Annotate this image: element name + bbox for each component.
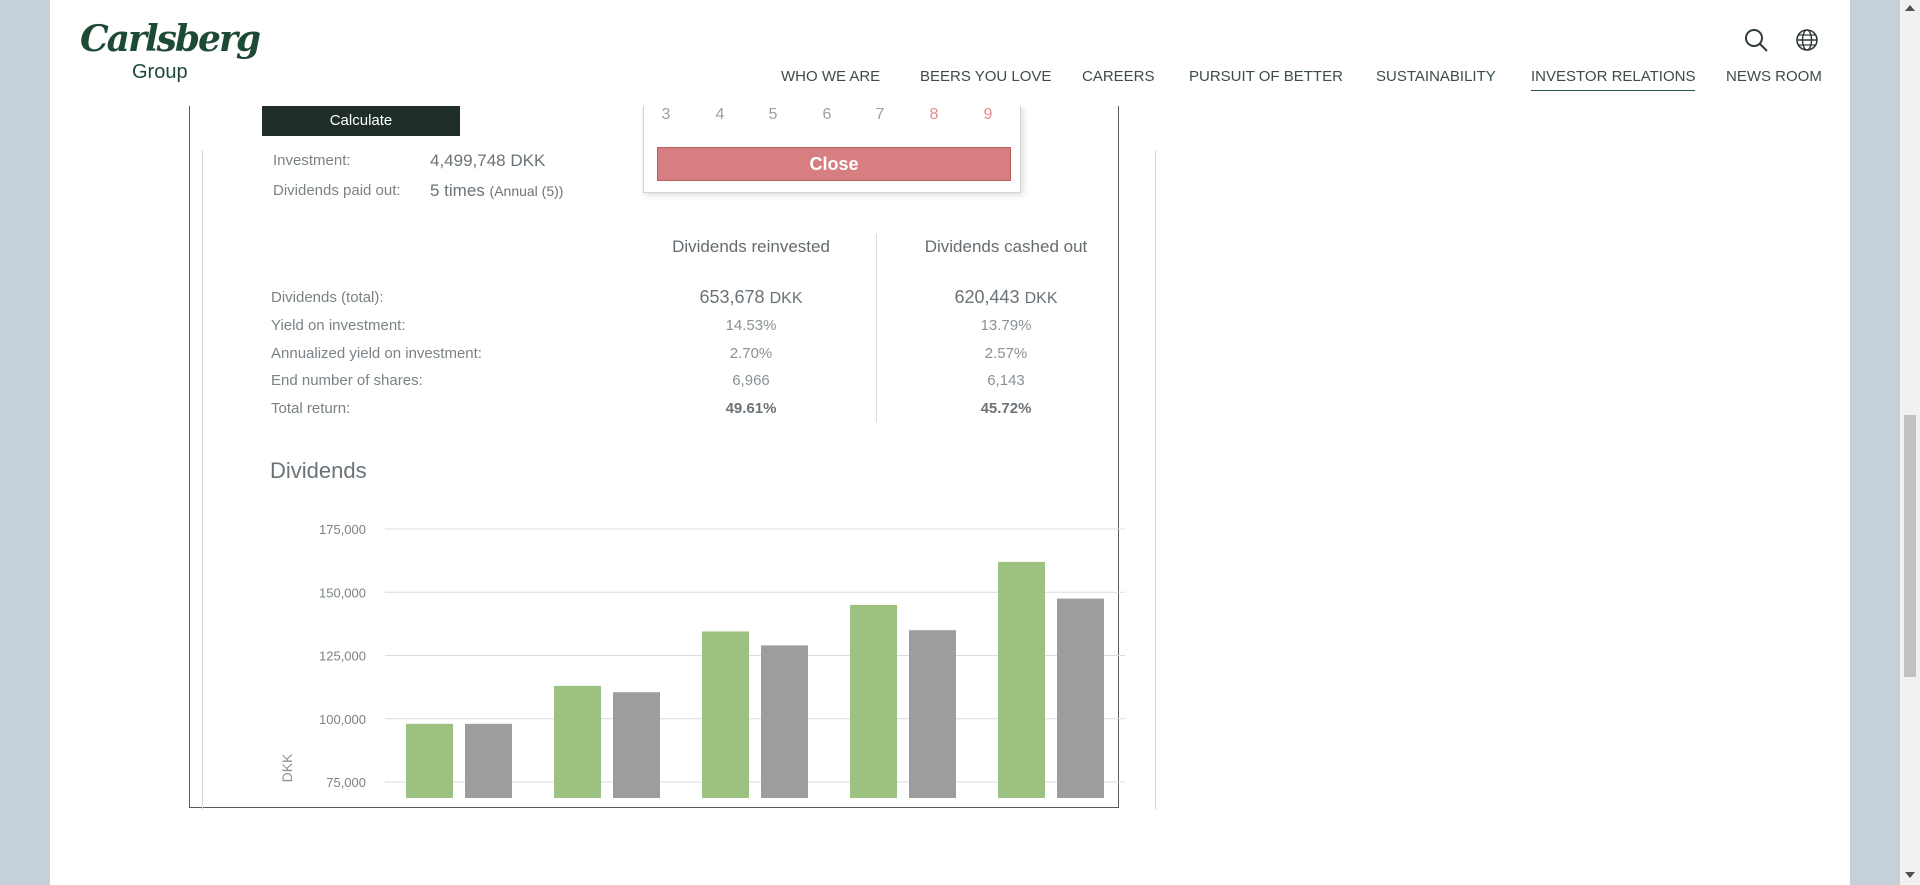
y-axis-label: DKK [279, 753, 295, 782]
dividends-paid-note: (Annual (5)) [489, 183, 564, 199]
nav-investor-relations[interactable]: INVESTOR RELATIONS [1531, 68, 1696, 91]
scroll-down-arrow-icon[interactable] [1905, 872, 1915, 878]
dividends-paid-label: Dividends paid out: [273, 182, 401, 199]
bar [1057, 598, 1104, 798]
row-label-yield: Yield on investment: [271, 317, 406, 334]
bar [850, 604, 897, 798]
site-header: Carlsberg Group WHO WE ARE BEERS YOU LOV… [50, 0, 1850, 106]
row-label-total-return: Total return: [271, 400, 351, 417]
total-return-cashed: 45.72% [980, 400, 1032, 417]
datepicker-popup: 3 4 5 6 7 8 9 Close [643, 106, 1021, 193]
day-9[interactable]: 9 [973, 106, 1003, 124]
day-5[interactable]: 5 [758, 106, 788, 124]
calculate-button[interactable]: Calculate [262, 106, 460, 136]
bar [998, 561, 1045, 798]
column-divider [876, 234, 877, 422]
page-scrollbar[interactable] [1900, 0, 1920, 885]
nav-sustainability[interactable]: SUSTAINABILITY [1376, 68, 1496, 90]
day-6[interactable]: 6 [812, 106, 842, 124]
investment-label: Investment: [273, 152, 351, 169]
nav-who-we-are[interactable]: WHO WE ARE [781, 68, 880, 90]
yield-reinvested: 14.53% [725, 317, 777, 334]
nav-pursuit-of-better[interactable]: PURSUIT OF BETTER [1189, 68, 1343, 90]
dividends-paid-count: 5 times [430, 181, 485, 200]
dividends-total-cashed-value: 620,443 [954, 287, 1020, 307]
panel-inner-right-border [1155, 150, 1156, 810]
nav-news-room[interactable]: NEWS ROOM [1726, 68, 1822, 90]
nav-beers-you-love[interactable]: BEERS YOU LOVE [920, 68, 1051, 90]
dividends-chart: 175,000 150,000 125,000 100,000 75,000 DKK [279, 522, 1125, 798]
bar [406, 723, 453, 798]
end-shares-reinvested: 6,966 [732, 372, 770, 389]
bar [613, 692, 660, 798]
dividends-total-reinvested-unit: DKK [769, 290, 803, 307]
y-tick-label: 75,000 [326, 775, 366, 790]
search-icon[interactable] [1743, 27, 1769, 53]
dividends-total-cashed-unit: DKK [1024, 290, 1058, 307]
day-3[interactable]: 3 [651, 106, 681, 124]
bar [465, 723, 512, 798]
row-label-annualized-yield: Annualized yield on investment: [271, 345, 482, 362]
dividends-total-cashed: 620,443 DKK [896, 287, 1116, 308]
y-tick-label: 100,000 [319, 712, 366, 727]
scroll-up-arrow-icon[interactable] [1905, 5, 1915, 11]
bar [554, 685, 601, 798]
yield-cashed: 13.79% [980, 317, 1032, 334]
investment-value: 4,499,748 DKK [430, 151, 546, 170]
scroll-thumb[interactable] [1904, 415, 1916, 677]
close-button[interactable]: Close [657, 147, 1011, 181]
day-8[interactable]: 8 [919, 106, 949, 124]
dividends-paid-value: 5 times (Annual (5)) [430, 181, 563, 201]
bar [909, 630, 956, 798]
row-label-end-shares: End number of shares: [271, 372, 423, 389]
day-4[interactable]: 4 [705, 106, 735, 124]
nav-careers[interactable]: CAREERS [1082, 68, 1155, 90]
col-head-reinvested: Dividends reinvested [672, 237, 830, 256]
row-label-dividends-total: Dividends (total): [271, 289, 384, 306]
y-tick-label: 125,000 [319, 649, 366, 664]
dividends-total-reinvested: 653,678 DKK [641, 287, 861, 308]
day-7[interactable]: 7 [865, 106, 895, 124]
globe-icon[interactable] [1794, 27, 1820, 53]
logo-script: Carlsberg [80, 18, 261, 60]
total-return-reinvested: 49.61% [725, 400, 777, 417]
dividends-section-title: Dividends [270, 458, 367, 483]
bar [702, 631, 749, 798]
bar [761, 645, 808, 798]
y-tick-label: 150,000 [319, 585, 366, 600]
panel-inner-left-border [202, 150, 203, 810]
y-tick-label: 175,000 [319, 522, 366, 537]
col-head-cashed: Dividends cashed out [924, 237, 1088, 256]
annualized-yield-cashed: 2.57% [984, 345, 1028, 362]
main-nav: WHO WE ARE BEERS YOU LOVE CAREERS PURSUI… [50, 68, 1850, 94]
dividends-total-reinvested-value: 653,678 [699, 287, 765, 307]
annualized-yield-reinvested: 2.70% [729, 345, 773, 362]
end-shares-cashed: 6,143 [987, 372, 1025, 389]
